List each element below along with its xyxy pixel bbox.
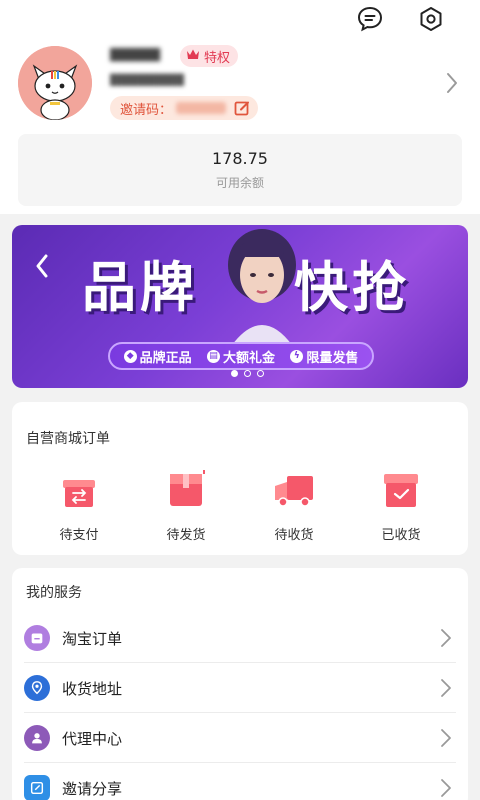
share-icon [24, 775, 50, 800]
service-label: 收货地址 [62, 680, 123, 698]
chevron-right-icon [440, 627, 452, 649]
service-label: 邀请分享 [62, 780, 123, 798]
crown-icon [186, 48, 200, 64]
edit-icon[interactable] [234, 100, 250, 116]
invite-code [176, 102, 227, 114]
location-pin-icon [24, 675, 50, 701]
order-item-label: 已收货 [381, 528, 421, 543]
delivery-truck-icon [275, 476, 313, 507]
services-title: 我的服务 [26, 585, 82, 601]
lightning-icon: ϟ [290, 349, 304, 363]
avatar[interactable] [18, 46, 92, 120]
banner-features: ◆ 品牌正品 ▤ 大额礼金 ϟ 限量发售 [108, 342, 374, 370]
order-pending-receipt[interactable]: 待收货 [257, 470, 331, 543]
diamond-icon: ◆ [123, 349, 137, 363]
chevron-right-icon [440, 727, 452, 749]
profile-chevron-right-icon[interactable] [443, 70, 461, 96]
settings-icon[interactable] [418, 6, 444, 32]
orders-title: 自营商城订单 [26, 431, 110, 447]
carousel-dot[interactable] [257, 370, 264, 377]
feature-big-gift: ▤ 大额礼金 [206, 347, 275, 366]
balance-value: 178.75 [212, 149, 268, 168]
order-pending-payment[interactable]: 待支付 [42, 470, 116, 543]
gift-box-exchange-icon [63, 480, 95, 507]
user-id: ▇▇▇▇▇▇▇▇ [110, 72, 184, 86]
service-shipping-address[interactable]: 收货地址 [12, 663, 468, 713]
vip-badge[interactable]: 特权 [180, 45, 239, 67]
my-services-card: 我的服务 淘宝订单 收货地址 代理中心 邀请分享 [12, 568, 468, 800]
chevron-right-icon [440, 677, 452, 699]
vip-label: 特权 [204, 50, 231, 66]
service-label: 淘宝订单 [62, 630, 123, 648]
chevron-right-icon [440, 777, 452, 799]
feature-brand-genuine: ◆ 品牌正品 [123, 347, 192, 366]
service-label: 代理中心 [62, 730, 123, 748]
service-agent-center[interactable]: 代理中心 [12, 713, 468, 763]
balance-label: 可用余额 [215, 176, 264, 190]
order-item-label: 待支付 [59, 528, 99, 543]
person-icon [24, 725, 50, 751]
carousel-dot[interactable] [231, 370, 238, 377]
taobao-icon [24, 625, 50, 651]
message-icon[interactable] [357, 6, 383, 32]
box-check-icon [384, 474, 418, 507]
order-received[interactable]: 已收货 [364, 470, 438, 543]
package-box-icon [170, 470, 205, 506]
service-invite-share[interactable]: 邀请分享 [12, 763, 468, 800]
service-taobao-orders[interactable]: 淘宝订单 [12, 613, 468, 663]
user-name: ▇▇▇▇▇ [110, 47, 160, 62]
mall-orders-card: 自营商城订单 待支付 待发货 待收货 已收货 [12, 402, 468, 555]
promo-banner[interactable]: 品牌 快抢 ◆ 品牌正品 ▤ 大额礼金 ϟ 限量发售 [12, 225, 468, 388]
balance-card[interactable]: 178.75 可用余额 [18, 134, 462, 206]
banner-prev-icon[interactable] [34, 253, 50, 279]
banner-model-image [212, 225, 312, 345]
carousel-dot[interactable] [244, 370, 251, 377]
invite-code-pill[interactable]: 邀请码： [110, 96, 259, 120]
order-item-label: 待收货 [274, 528, 314, 543]
feature-limited-release: ϟ 限量发售 [290, 347, 358, 366]
carousel-dots [231, 370, 264, 377]
invite-label: 邀请码： [120, 102, 173, 118]
banner-title-part1: 品牌 [82, 256, 198, 319]
order-item-label: 待发货 [166, 528, 206, 543]
gift-icon: ▤ [206, 349, 220, 363]
profile-header: ▇▇▇▇▇ 特权 ▇▇▇▇▇▇▇▇ 邀请码： 178.75 可用余额 [0, 0, 480, 214]
order-pending-shipment[interactable]: 待发货 [149, 470, 223, 543]
